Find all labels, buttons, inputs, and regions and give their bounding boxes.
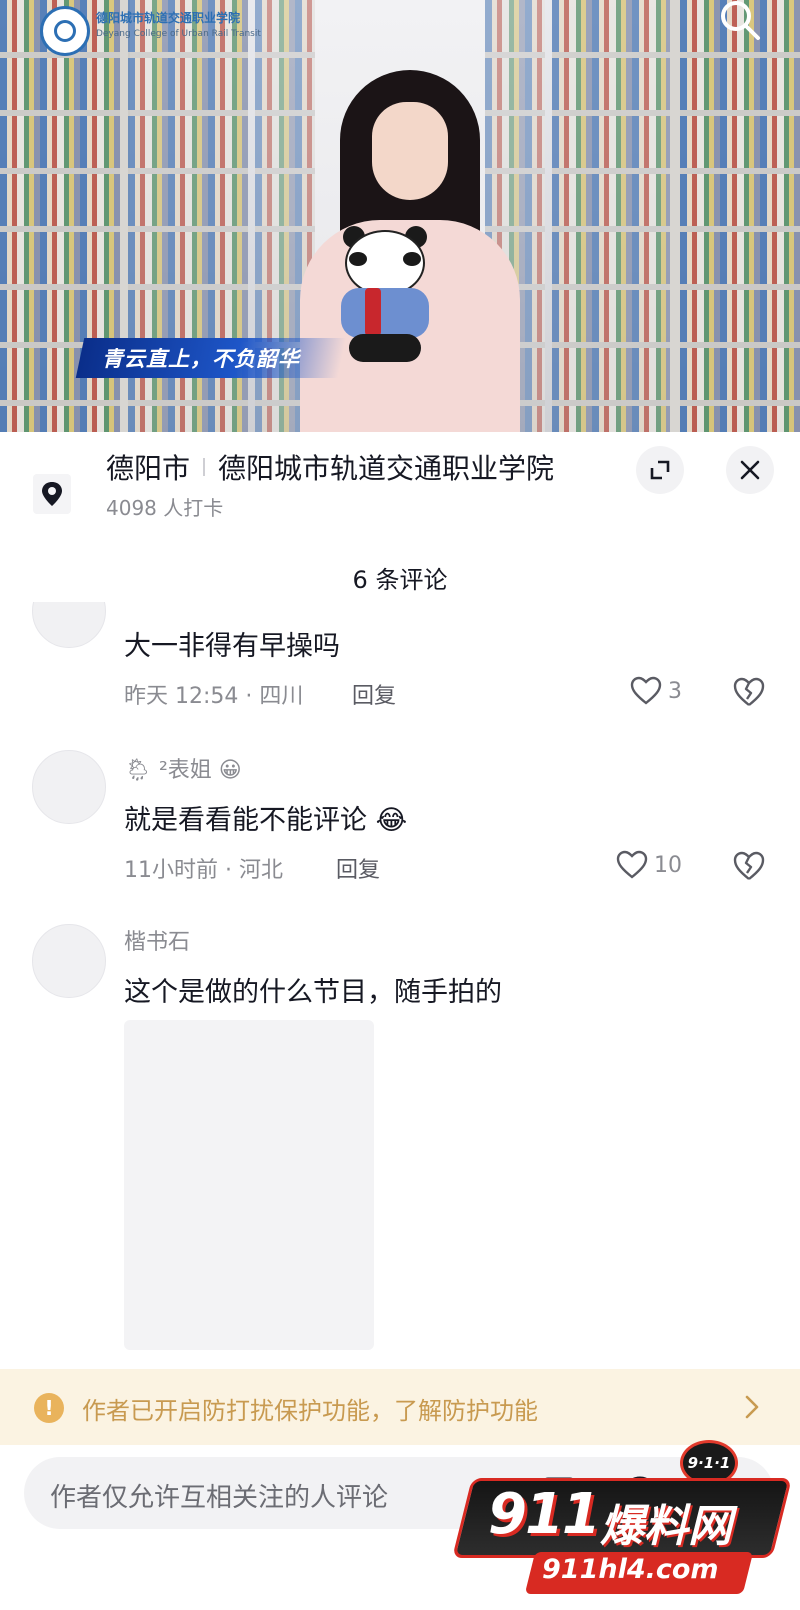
grin-emoji-icon: 😀 [218,758,242,783]
bookshelf-right-far [552,0,672,432]
comment-meta: 11小时前 · 河北 [124,858,283,883]
watermark-brand: 爆料网 [600,1501,732,1552]
like-button[interactable]: 10 [616,850,682,880]
commenter-name[interactable]: 楷书石 [124,924,190,956]
reply-button[interactable]: 回复 [352,678,396,710]
broken-heart-icon[interactable] [732,850,766,882]
expand-icon [650,460,670,480]
location-pin-icon[interactable] [33,474,71,514]
heart-icon [630,676,662,705]
comment-text: 就是看看能不能评论 😂 [124,805,408,836]
shelf-post [670,0,680,432]
comment-image[interactable] [124,1020,374,1350]
like-button[interactable]: 3 [630,676,682,706]
avatar[interactable] [32,750,106,824]
search-icon[interactable] [716,0,766,46]
warning-icon: ! [34,1393,64,1423]
comment-input-placeholder: 作者仅允许互相关注的人评论 [50,1483,389,1513]
comment-sheet: 德阳市 德阳城市轨道交通职业学院 4098 人打卡 6 条评论 大一非得有早操吗… [0,432,800,1610]
notice-text: 作者已开启防打扰保护功能，了解防护功能 [82,1397,538,1425]
comment-count-title: 6 条评论 [352,566,448,594]
video-player[interactable]: 德阳城市轨道交通职业学院 Deyang College of Urban Rai… [0,0,800,432]
comment-meta: 昨天 12:54 · 四川 [124,684,304,709]
panda-mascot [335,226,435,365]
close-button[interactable] [726,446,774,494]
expand-button[interactable] [636,446,684,494]
location-city[interactable]: 德阳市 [106,447,190,487]
comment-text: 这个是做的什么节目，随手拍的 [124,977,502,1008]
anti-harassment-notice[interactable]: ! 作者已开启防打扰保护功能，了解防护功能 [0,1369,800,1445]
bookshelf-right [680,0,800,432]
comment-text: 大一非得有早操吗 [124,631,340,662]
weather-emoji-icon: 🌦 [124,758,152,783]
like-count: 10 [654,852,682,878]
close-icon [740,460,760,480]
college-logo-icon [40,6,90,56]
avatar[interactable] [32,924,106,998]
checkin-count: 4098 人打卡 [106,496,224,520]
heart-icon [616,850,648,879]
commenter-name[interactable]: 🌦 ²表姐 😀 [124,752,242,784]
location-poi[interactable]: 德阳城市轨道交通职业学院 [218,447,554,487]
laugh-cry-emoji-icon: 😂 [375,805,408,836]
watermark-url: 911hl4.com [542,1554,719,1585]
watermark-number: 911 [488,1482,601,1547]
like-count: 3 [668,678,682,704]
reply-button[interactable]: 回复 [336,852,380,884]
video-caption-banner: 青云直上，不负韶华 [102,347,300,371]
comment-list[interactable]: 大一非得有早操吗 昨天 12:54 · 四川 回复 3 🌦 ²表姐 😀 就是看看… [0,602,800,1350]
broken-heart-icon[interactable] [732,676,766,708]
avatar[interactable] [32,602,106,648]
watermark-logo: 9·1·1 911 爆料网 911hl4.com [452,1440,792,1605]
chevron-right-icon [745,1395,759,1419]
location-separator [203,458,205,476]
college-logo-text: 德阳城市轨道交通职业学院 Deyang College of Urban Rai… [96,11,261,39]
